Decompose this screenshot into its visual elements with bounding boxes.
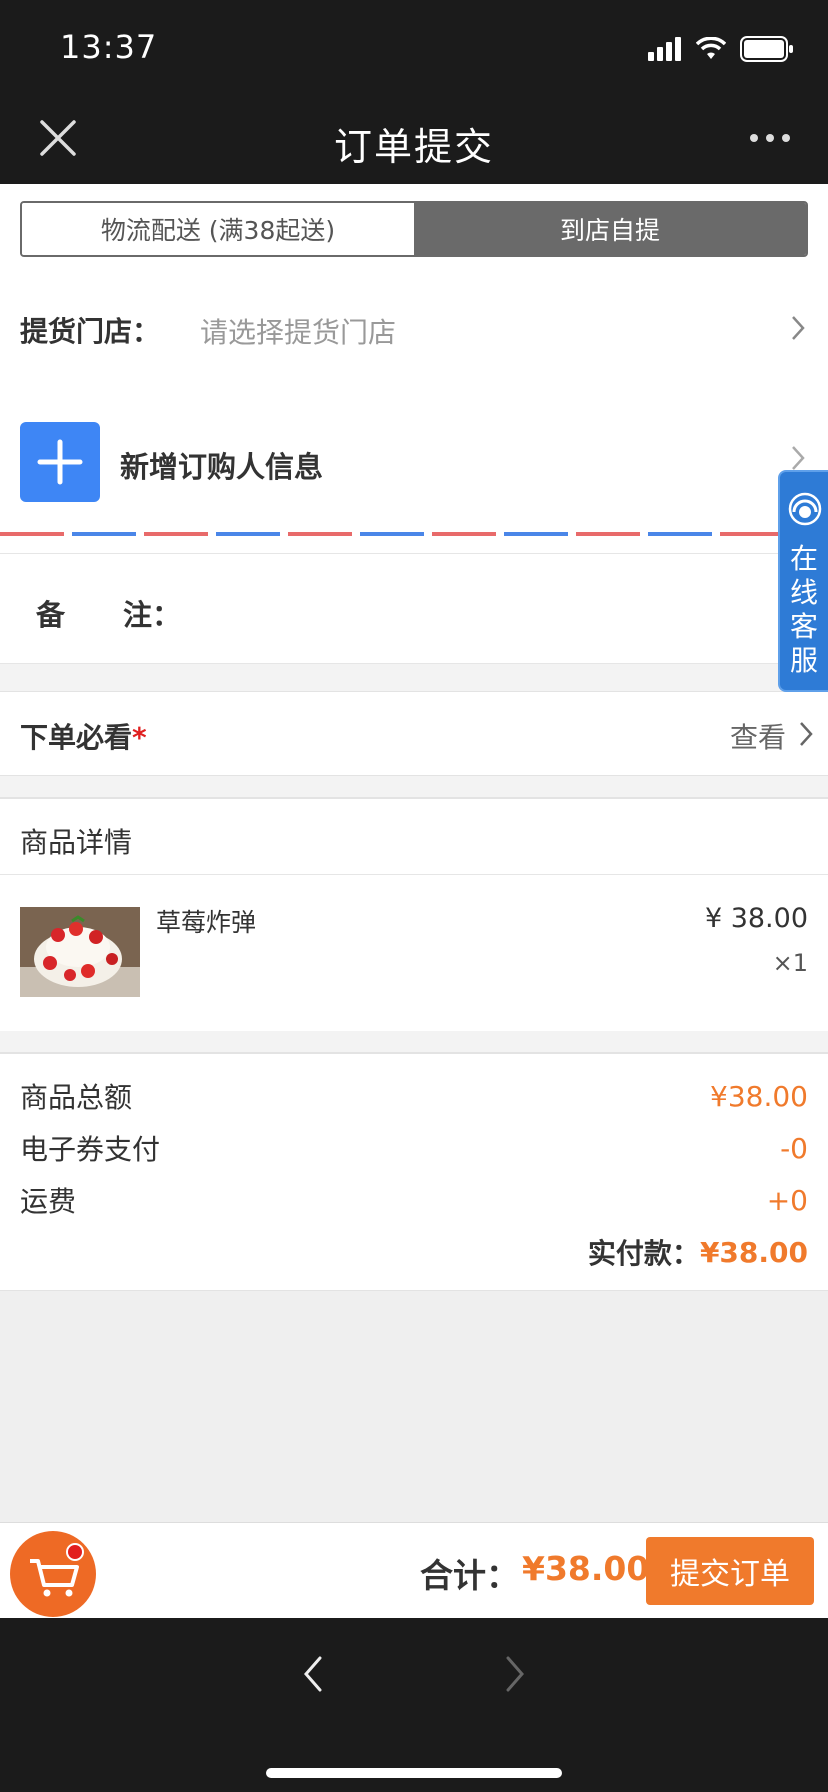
back-icon[interactable] — [300, 1654, 326, 1694]
cart-badge — [66, 1543, 84, 1561]
total-label: 合计： — [420, 1556, 519, 1595]
section-gap — [0, 776, 828, 798]
goods-section: 商品详情 草莓炸弹 ¥ 38.00 ×1 — [0, 798, 828, 1031]
product-image — [20, 907, 140, 997]
add-buyer-button[interactable] — [20, 422, 100, 502]
more-icon[interactable] — [748, 126, 792, 150]
summary-value: +0 — [766, 1183, 808, 1217]
pickup-store-placeholder: 请选择提货门店 — [200, 316, 397, 349]
goods-section-title: 商品详情 — [0, 799, 828, 875]
summary-value: -0 — [780, 1131, 808, 1165]
product-quantity: ×1 — [772, 949, 808, 977]
customer-service-label: 在线客服 — [789, 542, 818, 677]
chevron-right-icon — [792, 316, 805, 340]
delivery-mode-switch: 物流配送 (满38起送) 到店自提 — [0, 184, 828, 268]
status-bar: 13:37 — [0, 0, 828, 96]
amount-paid: 实付款： ¥38.00 — [20, 1226, 808, 1278]
submit-order-button[interactable]: 提交订单 — [646, 1537, 814, 1605]
checkout-bar: 合计： ¥38.00 提交订单 — [0, 1522, 828, 1618]
signal-icon — [648, 37, 681, 61]
pickup-store-row[interactable]: 提货门店： 请选择提货门店 — [0, 268, 828, 386]
required-mark: * — [132, 721, 147, 754]
status-icons — [648, 34, 794, 64]
total-value: ¥38.00 — [522, 1549, 650, 1588]
home-indicator[interactable] — [266, 1768, 562, 1778]
section-gap — [0, 664, 828, 692]
summary-row-goods-total: 商品总额 ¥38.00 — [20, 1070, 808, 1122]
summary-row-shipping: 运费 +0 — [20, 1174, 808, 1226]
summary-label: 商品总额 — [20, 1081, 133, 1114]
browser-toolbar — [0, 1618, 828, 1792]
page-title: 订单提交 — [333, 125, 494, 169]
nav-bar: 订单提交 — [0, 96, 828, 184]
add-buyer-row[interactable]: 新增订购人信息 — [0, 386, 828, 530]
status-time: 13:37 — [60, 28, 158, 66]
cart-button[interactable] — [10, 1531, 96, 1617]
customer-service-button[interactable]: 在线客服 — [778, 470, 828, 692]
summary-row-coupon: 电子券支付 -0 — [20, 1122, 808, 1174]
product-name: 草莓炸弹 — [156, 908, 257, 937]
amount-paid-label: 实付款： — [587, 1237, 700, 1270]
chevron-right-icon — [800, 722, 813, 746]
tab-store-pickup[interactable]: 到店自提 — [414, 203, 806, 255]
note-label: 备 注： — [36, 598, 182, 632]
cart-icon — [30, 1559, 79, 1597]
view-link[interactable]: 查看 — [730, 716, 786, 756]
tab-logistics-delivery[interactable]: 物流配送 (满38起送) — [22, 203, 414, 255]
summary-label: 运费 — [20, 1185, 77, 1218]
summary-label: 电子券支付 — [20, 1133, 161, 1166]
summary-value: ¥38.00 — [710, 1079, 808, 1113]
plus-icon — [37, 439, 83, 485]
product-price: ¥ 38.00 — [704, 903, 808, 934]
price-summary: 商品总额 ¥38.00 电子券支付 -0 运费 +0 实付款： ¥38.00 — [0, 1053, 828, 1291]
amount-paid-value: ¥38.00 — [699, 1235, 808, 1269]
note-row[interactable]: 备 注： — [0, 554, 828, 664]
must-read-label: 下单必看* — [20, 721, 147, 754]
chevron-right-icon — [792, 446, 805, 470]
goods-item[interactable]: 草莓炸弹 ¥ 38.00 ×1 — [0, 875, 828, 1031]
must-read-row[interactable]: 下单必看* 查看 — [0, 692, 828, 776]
add-buyer-label: 新增订购人信息 — [120, 450, 324, 484]
pickup-store-label: 提货门店： — [20, 315, 161, 348]
battery-icon — [740, 36, 793, 62]
divider — [0, 538, 828, 554]
section-gap — [0, 1031, 828, 1053]
wifi-icon — [696, 37, 726, 59]
forward-icon[interactable] — [502, 1654, 528, 1694]
headset-icon — [788, 492, 822, 526]
order-content: 物流配送 (满38起送) 到店自提 提货门店： 请选择提货门店 新增订购人信息 … — [0, 184, 828, 1291]
airmail-stripe-divider — [0, 530, 828, 538]
